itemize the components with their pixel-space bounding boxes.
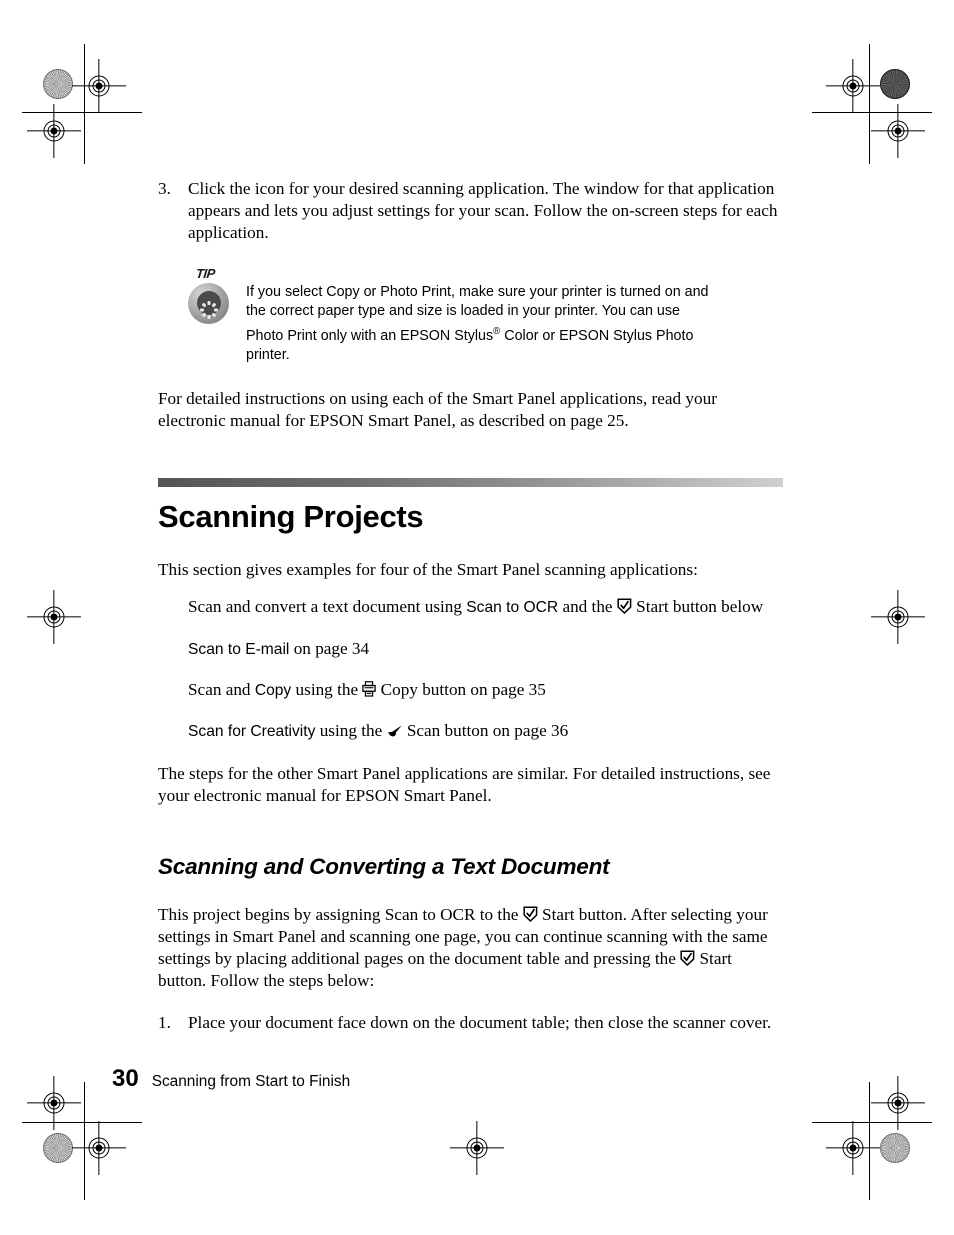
item-3-app-name: Scan for Creativity: [188, 722, 316, 740]
scan-button-icon: [387, 724, 403, 738]
item-0-mid: and the: [558, 597, 617, 617]
item-1-mid: on page 34: [289, 638, 370, 658]
registration-target-top-right-outer: [871, 104, 925, 158]
item-2-post: Copy button on page 35: [376, 679, 546, 699]
tip-callout: TIP If you select Copy or Photo Print, m…: [188, 266, 783, 366]
page-title: Scanning Projects: [158, 499, 424, 535]
registration-target-bottom-left-inner: [72, 1121, 126, 1175]
list-item: Scan and Copy using the Copy button on p…: [188, 679, 783, 702]
section-lead-paragraph: This section gives examples for four of …: [158, 560, 698, 580]
numbered-step-1: 1. Place your document face down on the …: [158, 1012, 783, 1034]
tip-line-3-a: Photo Print only with an EPSON Stylus: [246, 327, 494, 344]
page-content: 3. Click the icon for your desired scann…: [158, 178, 783, 1035]
list-item: Scan and convert a text document using S…: [188, 596, 783, 619]
tip-line-2: the correct paper type and size is loade…: [246, 303, 680, 320]
section-closing-paragraph: The steps for the other Smart Panel appl…: [158, 764, 771, 806]
tip-label: TIP: [195, 265, 216, 281]
intro-paragraph: For detailed instructions on using each …: [158, 388, 717, 430]
page-number: 30: [112, 1065, 139, 1092]
step-text: Click the icon for your desired scanning…: [188, 179, 778, 243]
item-3-mid: using the: [315, 720, 387, 740]
start-button-icon: [617, 598, 632, 615]
item-2-pre: Scan and: [188, 679, 255, 699]
lightbulb-icon-core: [196, 291, 221, 320]
tip-line-3: Photo Print only with an EPSON Stylus® C…: [246, 322, 783, 346]
item-0-post: Start button below: [631, 597, 764, 617]
step-number: 3.: [158, 179, 171, 198]
registration-target-middle-right: [871, 590, 925, 644]
registration-ink-dot-bottom-right: [880, 1133, 910, 1163]
tip-icon-group: TIP: [188, 266, 246, 326]
list-item: Scan for Creativity using the Scan butto…: [188, 720, 783, 743]
step-number: 1.: [158, 1013, 171, 1033]
registration-ink-dot-top-right: [880, 69, 910, 99]
item-0-pre: Scan and convert a text document using: [188, 597, 467, 617]
registration-target-middle-left: [27, 590, 81, 644]
step-text: Place your document face down on the doc…: [188, 1013, 772, 1033]
subsection-title: Scanning and Converting a Text Document: [158, 853, 610, 879]
tip-line-1: If you select Copy or Photo Print, make …: [246, 283, 709, 300]
subsection-paragraph-a: This project begins by assigning Scan to…: [158, 904, 523, 924]
lightbulb-icon: [188, 282, 229, 324]
tip-line-4: printer.: [246, 347, 290, 364]
subsection-paragraph: This project begins by assigning Scan to…: [158, 904, 783, 993]
item-2-mid: using the: [291, 679, 363, 699]
section-divider-rule: [158, 478, 783, 488]
numbered-step-3: 3. Click the icon for your desired scann…: [158, 178, 783, 245]
item-0-app-name: Scan to OCR: [466, 599, 559, 617]
item-3-post: Scan button on page 36: [402, 720, 569, 740]
start-button-icon: [523, 906, 538, 922]
list-item: Scan to E-mail on page 34: [188, 638, 783, 661]
application-list: Scan and convert a text document using S…: [158, 596, 783, 743]
registration-ink-dot-bottom-left: [43, 1133, 73, 1163]
tip-line-3-b: Color or EPSON Stylus Photo: [500, 327, 694, 344]
registration-target-top-left-outer: [27, 104, 81, 158]
item-2-app-name: Copy: [254, 681, 292, 699]
copy-button-icon: [362, 680, 377, 697]
item-1-app-name: Scan to E-mail: [188, 640, 290, 658]
tip-body: If you select Copy or Photo Print, make …: [246, 266, 783, 366]
start-button-icon: [680, 950, 695, 967]
page-footer: 30 Scanning from Start to Finish: [112, 1065, 350, 1093]
registration-ink-dot-top-left: [43, 69, 73, 99]
registration-target-bottom-center: [450, 1121, 504, 1175]
footer-chapter-title: Scanning from Start to Finish: [151, 1073, 351, 1090]
registration-target-bottom-right-inner: [826, 1121, 880, 1175]
